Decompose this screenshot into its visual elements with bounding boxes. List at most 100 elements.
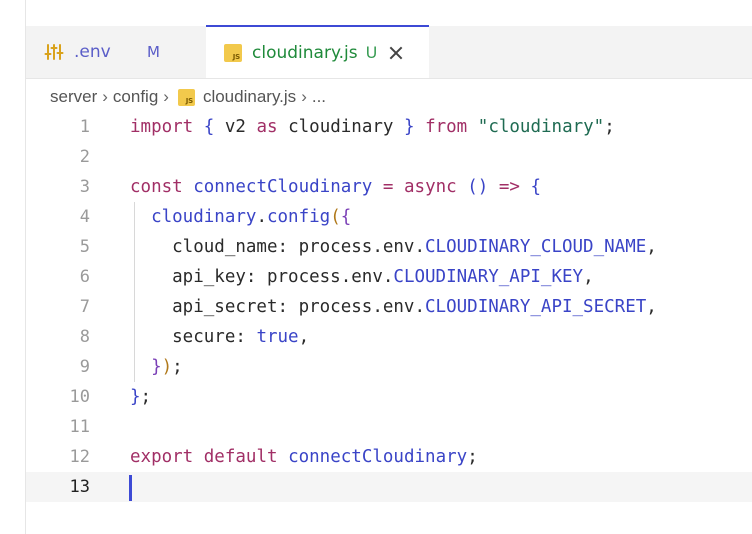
code-token: default bbox=[203, 447, 278, 467]
code-token: => bbox=[498, 177, 520, 197]
line-number: 6 bbox=[79, 267, 90, 287]
code-token: CLOUDINARY_API_KEY bbox=[393, 267, 584, 287]
code-text: api_key: process.env.CLOUDINARY_API_KEY, bbox=[130, 262, 594, 292]
chevron-right-icon: › bbox=[163, 87, 169, 106]
code-token: export bbox=[130, 447, 194, 467]
close-icon[interactable] bbox=[389, 46, 403, 60]
code-token: { bbox=[530, 177, 542, 197]
code-token: ( bbox=[330, 207, 341, 227]
line-number: 5 bbox=[79, 237, 90, 257]
code-token: connectCloudinary bbox=[288, 447, 468, 467]
line-number: 3 bbox=[79, 177, 90, 197]
code-token: } bbox=[130, 387, 141, 407]
chevron-right-icon: › bbox=[102, 87, 108, 106]
line-number: 12 bbox=[69, 447, 90, 467]
code-token: import bbox=[130, 117, 194, 137]
code-token: cloudinary bbox=[277, 117, 404, 137]
code-text: secure: true, bbox=[130, 322, 309, 352]
breadcrumb-file[interactable]: cloudinary.js bbox=[203, 87, 296, 107]
indent-guide bbox=[134, 202, 135, 382]
code-token: cloudinary bbox=[151, 207, 257, 227]
line-number: 2 bbox=[79, 147, 90, 167]
code-token: } bbox=[151, 357, 162, 377]
tab-cloudinary-label: cloudinary.js bbox=[252, 42, 358, 63]
code-token: , bbox=[646, 297, 657, 317]
code-token: async bbox=[404, 177, 457, 197]
line-number: 11 bbox=[69, 417, 90, 437]
code-line[interactable]: 12 export default connectCloudinary; bbox=[26, 442, 752, 472]
code-token: as bbox=[256, 117, 278, 137]
breadcrumb: server › config › JS cloudinary.js › ... bbox=[50, 85, 326, 109]
breadcrumb-ellipsis[interactable]: ... bbox=[312, 87, 326, 107]
code-token: secure: bbox=[130, 327, 257, 347]
code-text: import { v2 as cloudinary } from "cloudi… bbox=[130, 112, 615, 142]
code-line[interactable]: 2 bbox=[26, 142, 752, 172]
code-token: { bbox=[340, 207, 352, 227]
code-text: api_secret: process.env.CLOUDINARY_API_S… bbox=[130, 292, 657, 322]
settings-icon bbox=[44, 42, 64, 62]
code-line[interactable]: 11 bbox=[26, 412, 752, 442]
editor-window: .env M JS cloudinary.js U server › confi… bbox=[0, 0, 752, 534]
code-token: { bbox=[203, 117, 215, 137]
code-token: , bbox=[298, 327, 310, 347]
code-token: ) bbox=[161, 357, 173, 377]
code-token: CLOUDINARY_CLOUD_NAME bbox=[425, 237, 647, 257]
code-token: } bbox=[403, 117, 415, 137]
code-token: CLOUDINARY_API_SECRET bbox=[425, 297, 647, 317]
code-token: cloud_name: process.env. bbox=[130, 237, 426, 257]
code-text: cloudinary.config({ bbox=[130, 202, 351, 232]
code-token: . bbox=[256, 207, 267, 227]
line-number: 9 bbox=[79, 357, 90, 377]
code-token: const bbox=[130, 177, 183, 197]
code-line[interactable]: 3 const connectCloudinary = async () => { bbox=[26, 172, 752, 202]
js-file-icon: JS bbox=[177, 88, 195, 106]
line-number: 1 bbox=[79, 117, 90, 137]
code-token: ; bbox=[467, 447, 478, 467]
activity-strip bbox=[0, 0, 26, 534]
code-token: connectCloudinary bbox=[193, 177, 373, 197]
tab-env[interactable]: .env M bbox=[26, 26, 206, 78]
line-number: 7 bbox=[79, 297, 90, 317]
code-token: api_key: process.env. bbox=[130, 267, 394, 287]
line-number: 10 bbox=[69, 387, 90, 407]
code-line[interactable]: 10}; bbox=[26, 382, 752, 412]
code-editor[interactable]: 1 import { v2 as cloudinary } from "cloud… bbox=[26, 112, 752, 534]
code-token: = bbox=[382, 177, 394, 197]
code-token: "cloudinary" bbox=[477, 117, 605, 137]
code-token: from bbox=[425, 117, 468, 137]
code-text: cloud_name: process.env.CLOUDINARY_CLOUD… bbox=[130, 232, 657, 262]
text-cursor bbox=[129, 475, 132, 501]
breadcrumb-server[interactable]: server bbox=[50, 87, 97, 107]
line-number: 4 bbox=[79, 207, 90, 227]
code-text: const connectCloudinary = async () => { bbox=[130, 172, 541, 202]
line-number: 8 bbox=[79, 327, 90, 347]
code-text: export default connectCloudinary; bbox=[130, 442, 478, 472]
code-line[interactable]: 13 bbox=[26, 472, 752, 502]
code-token: , bbox=[646, 237, 657, 257]
code-token: true bbox=[256, 327, 299, 347]
code-token: v2 bbox=[214, 117, 257, 137]
breadcrumb-config[interactable]: config bbox=[113, 87, 158, 107]
code-token: ; bbox=[140, 387, 152, 407]
code-token: ; bbox=[172, 357, 183, 377]
code-token: config bbox=[266, 207, 331, 227]
code-line[interactable]: 1 import { v2 as cloudinary } from "cloud… bbox=[26, 112, 752, 142]
chevron-right-icon: › bbox=[301, 87, 307, 106]
line-number: 13 bbox=[69, 477, 90, 497]
code-token: , bbox=[583, 267, 594, 287]
untracked-badge: U bbox=[365, 43, 378, 62]
tab-env-label: .env bbox=[74, 42, 111, 62]
code-token: () bbox=[467, 177, 489, 197]
tab-cloudinary-js[interactable]: JS cloudinary.js U bbox=[206, 25, 429, 78]
